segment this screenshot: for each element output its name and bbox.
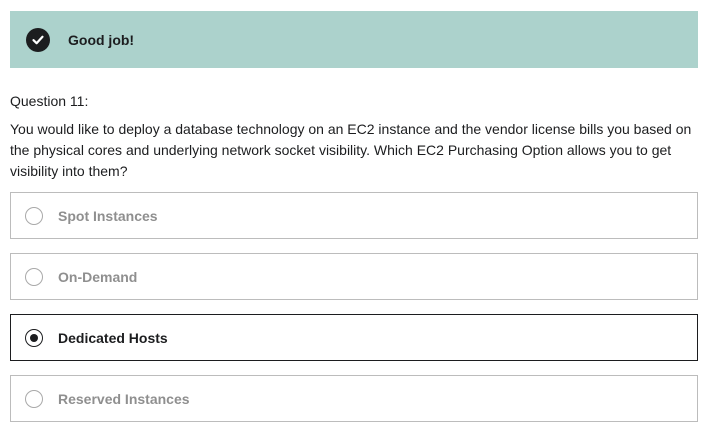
answer-option-label: Reserved Instances	[58, 390, 190, 407]
check-circle-icon	[26, 27, 50, 52]
radio-selected-dot	[30, 333, 38, 342]
question-text: You would like to deploy a database tech…	[10, 121, 692, 179]
answer-option-label: On-Demand	[58, 268, 138, 285]
result-message: Good job!	[68, 31, 135, 48]
result-banner: Good job!	[10, 11, 698, 68]
radio-button[interactable]	[25, 267, 43, 286]
radio-button-selected[interactable]	[25, 328, 43, 347]
answer-option-label: Dedicated Hosts	[58, 329, 168, 346]
answer-option-label: Spot Instances	[58, 207, 158, 224]
answer-option-on-demand[interactable]: On-Demand	[10, 253, 698, 300]
radio-button[interactable]	[25, 389, 43, 408]
question-number: Question 11:	[10, 93, 89, 109]
answer-option-spot-instances[interactable]: Spot Instances	[10, 192, 698, 239]
answer-option-dedicated-hosts[interactable]: Dedicated Hosts	[10, 314, 698, 361]
radio-button[interactable]	[25, 206, 43, 225]
answer-option-reserved-instances[interactable]: Reserved Instances	[10, 375, 698, 422]
